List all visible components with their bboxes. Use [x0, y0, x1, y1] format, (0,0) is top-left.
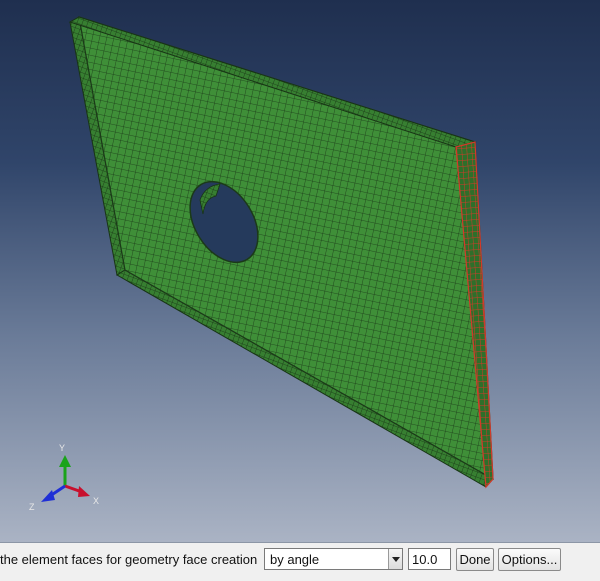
y-axis-arrow: [59, 455, 71, 467]
prompt-text: the element faces for geometry face crea…: [0, 552, 258, 567]
z-axis-label: Z: [29, 502, 35, 512]
chevron-down-icon[interactable]: [388, 549, 402, 569]
done-button[interactable]: Done: [456, 548, 494, 571]
mesh-view: Y X Z: [29, 16, 494, 512]
y-axis-label: Y: [59, 443, 65, 453]
x-axis-label: X: [93, 496, 99, 506]
viewport[interactable]: Y X Z: [0, 0, 600, 542]
face-method-value: by angle: [270, 552, 320, 567]
z-axis-arrow: [41, 490, 55, 502]
face-method-select[interactable]: by angle: [264, 548, 403, 570]
options-button[interactable]: Options...: [498, 548, 561, 571]
abaqus-window: Y X Z the element faces for geometry fac…: [0, 0, 600, 581]
axis-triad: Y X Z: [29, 443, 99, 512]
prompt-area: the element faces for geometry face crea…: [0, 542, 600, 581]
x-axis-arrow: [78, 486, 90, 497]
angle-input[interactable]: [408, 548, 451, 570]
